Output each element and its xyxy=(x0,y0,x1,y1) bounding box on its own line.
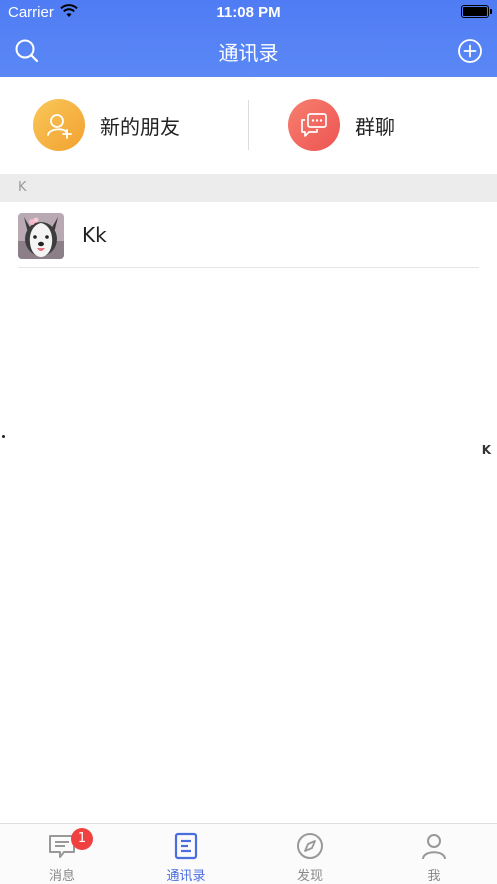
group-chat-icon xyxy=(288,99,340,151)
tab-contacts-label: 通讯录 xyxy=(166,869,206,884)
tab-me-label: 我 xyxy=(427,869,441,884)
contact-name: Kk xyxy=(82,223,107,247)
add-circle-icon[interactable] xyxy=(457,38,483,64)
compass-icon xyxy=(297,833,323,859)
profile-icon xyxy=(422,834,446,860)
avatar xyxy=(18,213,64,259)
tab-messages-label: 消息 xyxy=(48,869,75,884)
contact-row[interactable]: Kk xyxy=(0,202,497,268)
group-chat-button[interactable]: 群聊 xyxy=(288,77,395,173)
battery-icon xyxy=(461,5,492,18)
dot-marker xyxy=(2,435,5,438)
tab-discover-label: 发现 xyxy=(296,869,323,884)
divider xyxy=(248,100,249,150)
new-friend-icon xyxy=(33,99,85,151)
page-title: 通讯录 xyxy=(218,41,279,65)
header: Carrier 11:08 PM 通讯录 xyxy=(0,0,497,77)
tab-me[interactable]: 我 xyxy=(372,824,496,884)
quick-actions: 新的朋友 群聊 xyxy=(0,77,497,173)
contacts-icon xyxy=(174,832,198,860)
tab-bar: 1 消息 通讯录 发现 我 xyxy=(0,823,497,884)
status-bar: Carrier 11:08 PM xyxy=(0,0,497,26)
section-letter: K xyxy=(18,180,27,195)
tab-messages[interactable]: 1 消息 xyxy=(0,824,124,884)
status-time: 11:08 PM xyxy=(216,4,281,21)
new-friends-button[interactable]: 新的朋友 xyxy=(33,77,180,173)
row-divider xyxy=(18,267,479,268)
section-header: K xyxy=(0,174,497,202)
tab-contacts[interactable]: 通讯录 xyxy=(124,824,248,884)
tab-discover[interactable]: 发现 xyxy=(248,824,372,884)
group-chat-label: 群聊 xyxy=(355,114,395,139)
index-letter-k[interactable]: K xyxy=(482,443,491,457)
unread-badge: 1 xyxy=(71,828,93,850)
new-friends-label: 新的朋友 xyxy=(100,114,180,139)
